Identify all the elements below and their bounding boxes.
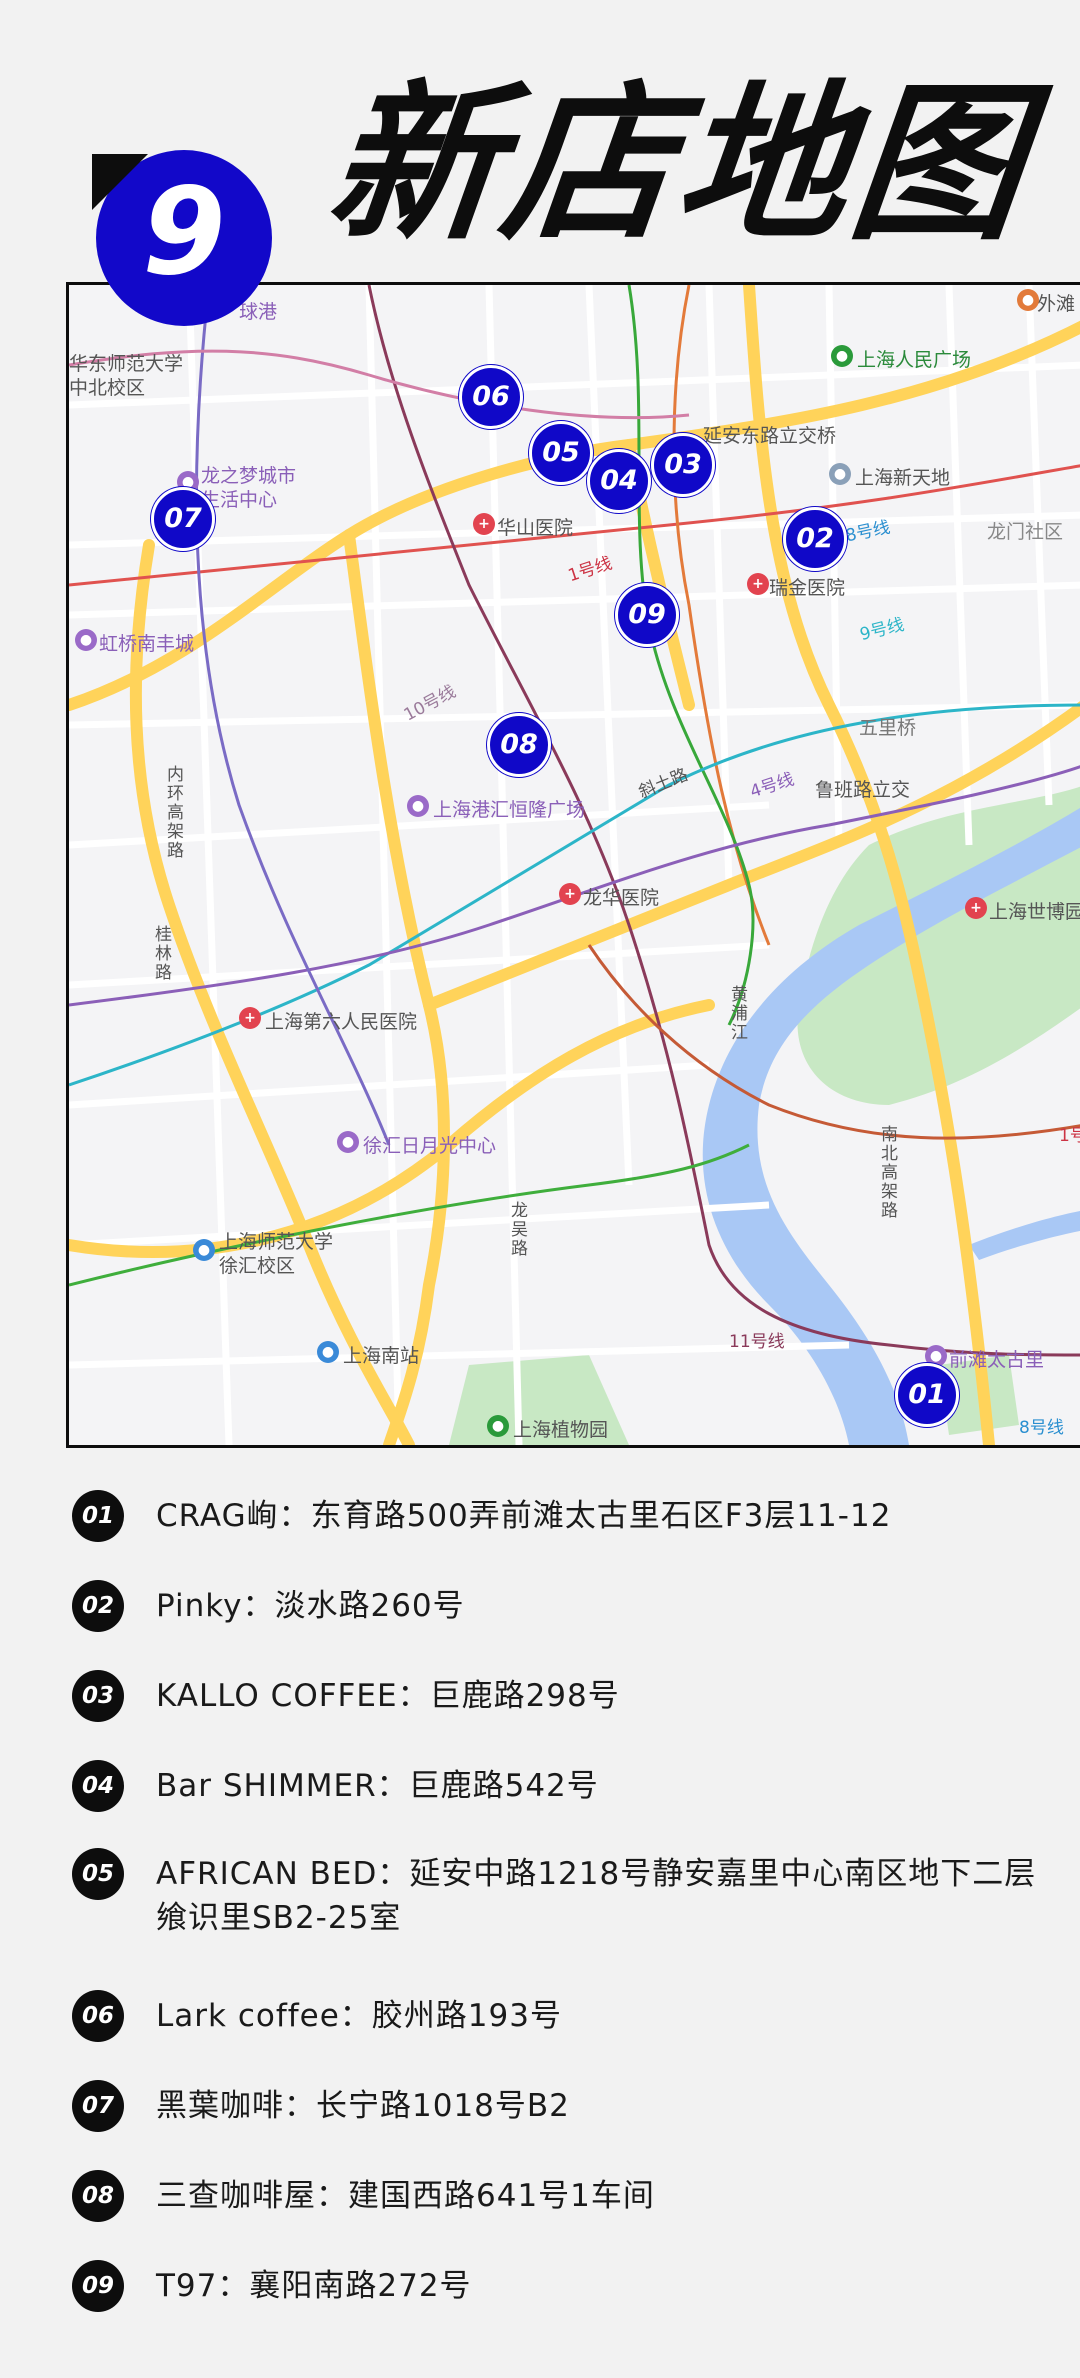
hospital-icon: + (747, 573, 769, 595)
place-label: 龙之梦城市 (201, 465, 297, 487)
hospital-icon: + (559, 883, 581, 905)
badge-number: 9 (142, 163, 226, 302)
road-label: 桂林路 (151, 925, 171, 982)
place-label: 上海师范大学 (219, 1231, 334, 1253)
store-address: Lark coffee：胶州路193号 (156, 1998, 562, 2034)
place-label: 华山医院 (497, 517, 574, 539)
road-label: 1号 (1059, 1126, 1080, 1146)
place-label: 五里桥 (859, 717, 917, 739)
store-number: 02 (72, 1580, 124, 1632)
road-label: 11号线 (729, 1332, 785, 1352)
place-label: 上海新天地 (855, 467, 951, 489)
place-label: 徐汇日月光中心 (363, 1135, 497, 1157)
store-marker-07[interactable]: 07 (151, 487, 215, 551)
store-marker-01[interactable]: 01 (895, 1363, 959, 1427)
road-label: 南北高架路 (877, 1125, 897, 1220)
store-address: Pinky：淡水路260号 (156, 1588, 465, 1624)
store-marker-03[interactable]: 03 (651, 433, 715, 497)
mall-icon: ● (75, 629, 97, 651)
place-label: 中北校区 (69, 377, 146, 399)
place-label: 前滩太古里 (949, 1349, 1045, 1371)
mall-icon: ● (407, 795, 429, 817)
road-label: 黄浦江 (727, 985, 747, 1042)
place-label: 华东师范大学 (69, 353, 184, 375)
place-label: 徐汇校区 (219, 1255, 296, 1277)
hospital-icon: + (239, 1007, 261, 1029)
store-number: 04 (72, 1760, 124, 1812)
hospital-icon: + (965, 897, 987, 919)
place-label: 上海港汇恒隆广场 (433, 799, 586, 821)
issue-badge: 9 (92, 150, 272, 326)
store-address: KALLO COFFEE：巨鹿路298号 (156, 1678, 620, 1714)
place-label: 虹桥南丰城 (99, 633, 195, 655)
place-label: 上海南站 (343, 1345, 420, 1367)
store-address: Bar SHIMMER：巨鹿路542号 (156, 1768, 599, 1804)
place-label: 龙华医院 (583, 887, 660, 909)
school-icon: ● (193, 1239, 215, 1261)
store-address-line2: 飨识里SB2-25室 (156, 1900, 402, 1936)
mall-icon: ● (337, 1131, 359, 1153)
store-number: 03 (72, 1670, 124, 1722)
store-number: 07 (72, 2080, 124, 2132)
place-label: 鲁班路立交 (815, 779, 911, 801)
store-number: 06 (72, 1990, 124, 2042)
page-title: 新店地图 (319, 66, 1037, 264)
store-marker-05[interactable]: 05 (529, 421, 593, 485)
place-label: 上海人民广场 (857, 349, 972, 371)
place-label: 龙门社区 (987, 521, 1064, 543)
store-number: 08 (72, 2170, 124, 2222)
store-number: 05 (72, 1848, 124, 1900)
place-label: 上海第六人民医院 (265, 1011, 418, 1033)
park-pin-icon: ● (487, 1415, 509, 1437)
store-marker-09[interactable]: 09 (615, 583, 679, 647)
store-number: 09 (72, 2260, 124, 2312)
place-label: 上海世博园 (989, 901, 1080, 923)
place-label: 延安东路立交桥 (703, 425, 837, 447)
road-label: 内环高架路 (163, 765, 183, 860)
store-map[interactable]: 球港 华东师范大学 中北校区 上海人民广场 延安东路立交桥 上海新天地 龙门社区… (66, 282, 1080, 1448)
store-marker-06[interactable]: 06 (459, 365, 523, 429)
road-label: 8号线 (1019, 1418, 1064, 1438)
store-address: 三查咖啡屋：建国西路641号1车间 (156, 2178, 655, 2214)
station-icon: ● (317, 1341, 339, 1363)
road-label: 龙吴路 (507, 1201, 527, 1258)
place-label: 瑞金医院 (769, 577, 846, 599)
park-pin-icon: ● (831, 345, 853, 367)
place-label: 外滩 (1037, 293, 1076, 315)
store-marker-02[interactable]: 02 (783, 507, 847, 571)
place-label: 上海植物园 (513, 1419, 609, 1441)
hospital-icon: + (473, 513, 495, 535)
store-address: 黑葉咖啡：长宁路1018号B2 (156, 2088, 570, 2124)
store-address: CRAG峋：东育路500弄前滩太古里石区F3层11-12 (156, 1498, 892, 1534)
pin-icon: ● (829, 463, 851, 485)
store-marker-04[interactable]: 04 (587, 449, 651, 513)
pin-icon: ● (1017, 289, 1039, 311)
store-address: T97：襄阳南路272号 (156, 2268, 472, 2304)
store-marker-08[interactable]: 08 (487, 713, 551, 777)
store-number: 01 (72, 1490, 124, 1542)
store-address: AFRICAN BED：延安中路1218号静安嘉里中心南区地下二层 (156, 1856, 1037, 1892)
